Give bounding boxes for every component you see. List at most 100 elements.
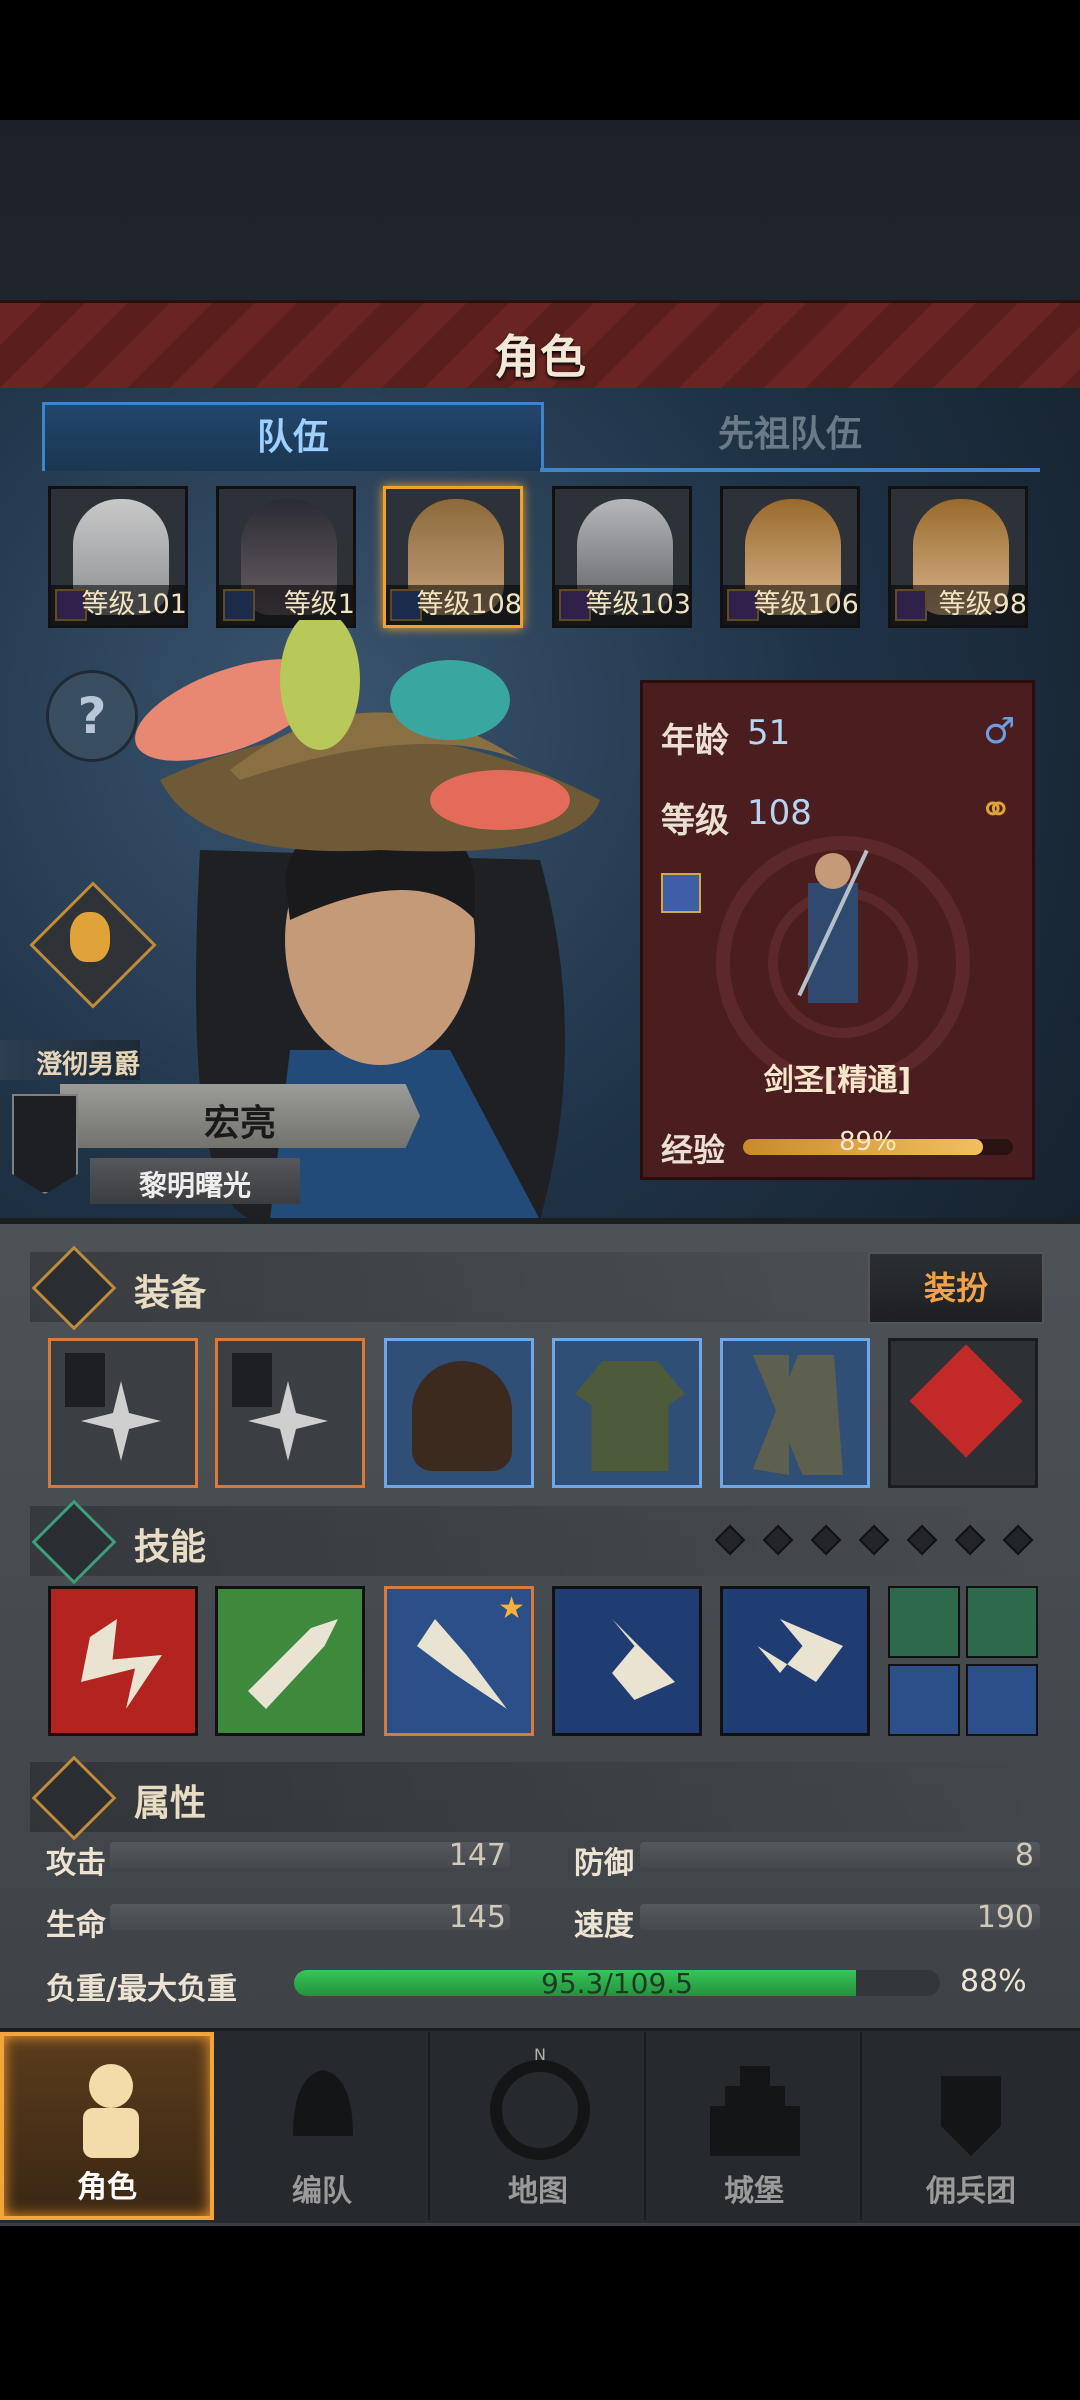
hp-value: 145 xyxy=(448,1900,506,1935)
ring-icon[interactable]: ⚭ xyxy=(979,787,1013,833)
epithet-plate: 黎明曙光 xyxy=(90,1158,300,1204)
nav-label: 佣兵团 xyxy=(926,2174,1016,2209)
equipment-label: 装备 xyxy=(134,1273,207,1314)
load-bar: 95.3/109.5 xyxy=(294,1970,940,1996)
skills-label: 技能 xyxy=(134,1527,207,1568)
level-value: 108 xyxy=(747,793,812,833)
hood-icon xyxy=(412,1361,512,1471)
guild-banner-icon xyxy=(12,1094,78,1194)
banner-icon xyxy=(232,1353,272,1407)
hero-level: 等级1 xyxy=(219,585,353,625)
sword-icon xyxy=(31,1245,117,1331)
passive-burst-icon xyxy=(888,1586,960,1658)
banner-fist-icon xyxy=(941,2076,1001,2156)
skill-slot-2[interactable] xyxy=(215,1586,365,1736)
level-label: 等级 xyxy=(661,801,729,841)
banner-icon xyxy=(65,1353,105,1407)
tab-team[interactable]: 队伍 xyxy=(42,402,544,471)
nav-label: 地图 xyxy=(508,2174,568,2209)
character-info-panel: 年龄 51 ♂ 等级 108 ⚭ 剑圣[精通] 经验 89% xyxy=(640,680,1035,1180)
passive-feather-icon xyxy=(888,1664,960,1736)
skill-slot-3[interactable]: ★ xyxy=(384,1586,534,1736)
equipment-slot-weapon[interactable] xyxy=(48,1338,198,1488)
party-member-1[interactable]: 等级101 xyxy=(48,486,188,628)
skill-slot-5[interactable] xyxy=(720,1586,870,1736)
thrust-skill-icon xyxy=(248,1619,338,1709)
equipment-slot-accessory[interactable] xyxy=(888,1338,1038,1488)
party-member-2[interactable]: 等级1 xyxy=(216,486,356,628)
class-name: 剑圣[精通] xyxy=(763,1063,912,1098)
load-label: 负重/最大负重 xyxy=(46,1972,237,2007)
hero-level: 等级98 xyxy=(891,585,1025,625)
dress-button[interactable]: 装扮 xyxy=(868,1252,1044,1324)
nav-formation[interactable]: 编队 xyxy=(216,2032,430,2220)
party-member-6[interactable]: 等级98 xyxy=(888,486,1028,628)
passive-skills-grid[interactable] xyxy=(888,1586,1038,1736)
load-percent: 88% xyxy=(960,1964,1027,1999)
equipment-slot-offhand[interactable] xyxy=(215,1338,365,1488)
hero-level: 等级108 xyxy=(386,585,520,625)
knot-charm-icon xyxy=(909,1344,1023,1458)
speed-value: 190 xyxy=(976,1900,1034,1935)
boots-icon xyxy=(753,1355,843,1475)
star-icon: ★ xyxy=(498,1591,525,1626)
equipment-slot-feet[interactable] xyxy=(720,1338,870,1488)
speed-label: 速度 xyxy=(574,1908,634,1943)
equipment-slot-body[interactable] xyxy=(552,1338,702,1488)
helmet-icon xyxy=(293,2070,353,2136)
exp-label: 经验 xyxy=(661,1131,726,1169)
nav-label: 角色 xyxy=(77,2170,137,2205)
knight-icon xyxy=(83,2064,139,2158)
rank-plate: 澄彻男爵 xyxy=(0,1040,140,1080)
skill-point-diamonds-icon xyxy=(714,1524,1034,1556)
exp-percent: 89% xyxy=(839,1127,897,1157)
character-rank: 澄彻男爵 xyxy=(36,1050,141,1080)
attributes-header: 属性 xyxy=(30,1755,1050,1841)
blade-skill-icon xyxy=(417,1619,507,1709)
nav-label: 城堡 xyxy=(724,2174,784,2209)
nav-mercenary[interactable]: 佣兵团 xyxy=(864,2032,1078,2220)
passive-impact-icon xyxy=(966,1664,1038,1736)
svg-text:N: N xyxy=(534,2046,546,2064)
defense-label: 防御 xyxy=(574,1846,634,1881)
class-icon xyxy=(661,873,701,913)
skill-slot-1[interactable] xyxy=(48,1586,198,1736)
slash-skill-icon xyxy=(81,1619,162,1709)
load-value: 95.3/109.5 xyxy=(541,1970,693,1996)
party-member-3[interactable]: 等级108 xyxy=(383,486,523,628)
castle-icon xyxy=(710,2066,800,2156)
male-gender-icon: ♂ xyxy=(983,711,1016,752)
potion-icon xyxy=(70,912,110,962)
defense-value: 8 xyxy=(1014,1838,1034,1873)
nav-character[interactable]: 角色 xyxy=(0,2032,214,2220)
party-member-4[interactable]: 等级103 xyxy=(552,486,692,628)
skill-emblem-icon xyxy=(31,1499,117,1585)
character-name: 宏亮 xyxy=(203,1103,276,1144)
attributes-label: 属性 xyxy=(134,1783,207,1824)
hero-level: 等级103 xyxy=(555,585,689,625)
tab-ancestor-team[interactable]: 先祖队伍 xyxy=(540,402,1040,472)
nav-map[interactable]: N 地图 xyxy=(432,2032,646,2220)
name-plate: 宏亮 xyxy=(60,1084,420,1148)
equipment-slot-head[interactable] xyxy=(384,1338,534,1488)
skill-slot-4[interactable] xyxy=(552,1586,702,1736)
page-title: 角色 xyxy=(494,330,586,384)
attribute-emblem-icon xyxy=(31,1755,117,1841)
age-value: 51 xyxy=(747,713,791,753)
passive-wave-icon xyxy=(966,1586,1038,1658)
attack-label: 攻击 xyxy=(46,1846,106,1881)
hero-level: 等级106 xyxy=(723,585,857,625)
armor-icon xyxy=(575,1361,685,1471)
skill-points-row xyxy=(712,1522,1042,1558)
class-figure xyxy=(797,849,869,1003)
character-epithet: 黎明曙光 xyxy=(138,1169,251,1202)
age-label: 年龄 xyxy=(661,721,729,761)
hero-level: 等级101 xyxy=(51,585,185,625)
nav-label: 编队 xyxy=(292,2174,352,2209)
attack-value: 147 xyxy=(448,1838,506,1873)
nav-castle[interactable]: 城堡 xyxy=(648,2032,862,2220)
party-member-5[interactable]: 等级106 xyxy=(720,486,860,628)
compass-icon: N xyxy=(490,2046,590,2160)
crystal-strike-skill-icon xyxy=(757,1619,843,1682)
hp-label: 生命 xyxy=(46,1908,106,1943)
